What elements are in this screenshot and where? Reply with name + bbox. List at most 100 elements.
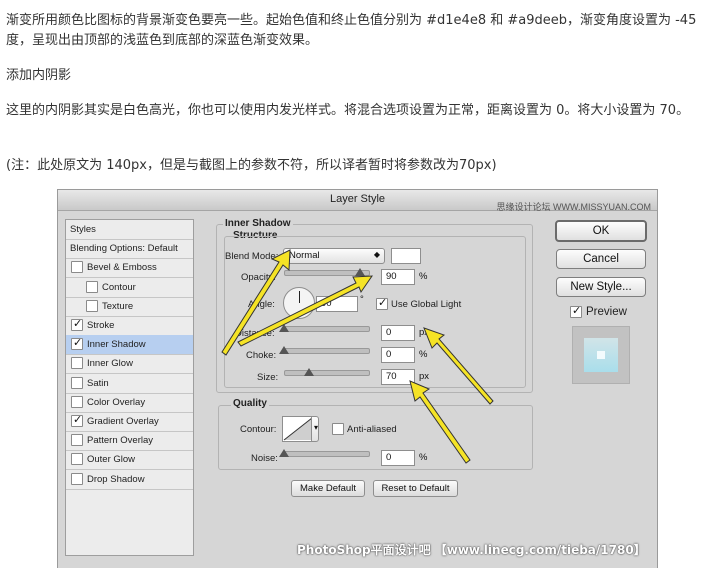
- styles-list-item[interactable]: Inner Glow: [66, 354, 193, 375]
- inner-shadow-title: Inner Shadow: [223, 218, 293, 229]
- make-default-button[interactable]: Make Default: [291, 480, 365, 497]
- noise-input[interactable]: 0: [381, 450, 415, 466]
- translator-note: (注：此处原文为 140px，但是与截图上的参数不符，所以译者暂时将参数改为70…: [6, 158, 497, 173]
- use-global-light-check-icon: ✓: [378, 297, 388, 309]
- size-input[interactable]: 70: [381, 369, 415, 385]
- noise-value: 0: [386, 452, 392, 463]
- reset-to-default-button[interactable]: Reset to Default: [373, 480, 458, 497]
- style-checkbox[interactable]: [71, 395, 83, 408]
- style-checkbox[interactable]: [86, 299, 98, 312]
- choke-value: 0: [386, 349, 392, 360]
- angle-label: Angle:: [248, 299, 275, 310]
- forum-watermark: 思缘设计论坛 WWW.MISSYUAN.COM: [496, 202, 652, 212]
- noise-unit: %: [419, 452, 428, 463]
- style-checkbox[interactable]: ✓: [71, 414, 83, 427]
- styles-list-item[interactable]: Blending Options: Default: [66, 239, 193, 260]
- styles-list-item-label: Bevel & Emboss: [87, 262, 157, 274]
- choke-unit: %: [419, 349, 428, 360]
- check-icon: ✓: [73, 414, 83, 426]
- styles-list-item[interactable]: ✓ Stroke: [66, 316, 193, 336]
- angle-value: 90: [321, 298, 332, 309]
- styles-list-item[interactable]: Bevel & Emboss: [66, 258, 193, 279]
- distance-input[interactable]: 0: [381, 325, 415, 341]
- styles-list-item[interactable]: Color Overlay: [66, 393, 193, 413]
- ok-button[interactable]: OK: [555, 220, 647, 242]
- styles-list-item[interactable]: Texture: [66, 297, 193, 317]
- contour-label: Contour:: [240, 424, 277, 435]
- select-arrows-icon: ◆: [373, 250, 380, 259]
- distance-slider-thumb[interactable]: [279, 324, 289, 332]
- choke-slider-thumb[interactable]: [279, 346, 289, 354]
- distance-slider[interactable]: [284, 326, 370, 332]
- choke-input[interactable]: 0: [381, 347, 415, 363]
- style-checkbox[interactable]: [86, 280, 98, 293]
- preview-check-icon: ✓: [572, 305, 582, 317]
- styles-list-item-label: Stroke: [87, 320, 115, 331]
- new-style-button[interactable]: New Style...: [556, 277, 646, 297]
- styles-list-item-label: Satin: [87, 377, 109, 389]
- styles-list-item-label: Pattern Overlay: [87, 435, 153, 447]
- contour-dropdown[interactable]: ▾: [311, 416, 319, 442]
- contour-dropdown-icon: ▾: [313, 423, 318, 432]
- style-checkbox[interactable]: [71, 453, 83, 466]
- styles-list-item[interactable]: Outer Glow: [66, 450, 193, 471]
- style-checkbox[interactable]: [71, 376, 83, 389]
- use-global-light-checkbox[interactable]: ✓: [376, 297, 388, 310]
- anti-aliased-checkbox[interactable]: [332, 423, 344, 435]
- style-checkbox[interactable]: [71, 357, 83, 370]
- quality-title: Quality: [231, 398, 269, 409]
- check-icon: ✓: [73, 337, 83, 350]
- blend-mode-value: Normal: [289, 250, 320, 261]
- styles-list-item-label: Outer Glow: [87, 454, 136, 466]
- cancel-button[interactable]: Cancel: [556, 249, 646, 269]
- styles-list-item-label: Gradient Overlay: [87, 416, 159, 427]
- opacity-input[interactable]: 90: [381, 269, 415, 285]
- style-checkbox[interactable]: ✓: [71, 337, 83, 351]
- styles-list-item-label: Texture: [102, 300, 134, 312]
- styles-list-item[interactable]: Contour: [66, 278, 193, 298]
- noise-slider[interactable]: [284, 451, 370, 457]
- check-icon: ✓: [73, 318, 83, 330]
- shadow-color-swatch[interactable]: [391, 248, 421, 264]
- distance-unit: px: [419, 327, 430, 338]
- size-value: 70: [386, 371, 397, 382]
- noise-label: Noise:: [251, 453, 278, 464]
- opacity-label: Opacity:: [241, 272, 276, 283]
- size-slider-thumb[interactable]: [304, 368, 315, 376]
- styles-list-item[interactable]: ✓ Gradient Overlay: [66, 412, 193, 432]
- use-global-light-label: Use Global Light: [391, 299, 462, 310]
- styles-list-item[interactable]: ✓ Inner Shadow: [66, 335, 193, 356]
- style-checkbox[interactable]: [71, 261, 83, 274]
- anti-aliased-label: Anti-aliased: [347, 424, 397, 435]
- styles-list: Styles Blending Options: Default Bevel & E…: [65, 219, 194, 556]
- opacity-slider-thumb[interactable]: [354, 268, 365, 276]
- layer-style-dialog: Layer Style 思缘设计论坛 WWW.MISSYUAN.COM Styl…: [57, 189, 658, 568]
- contour-picker[interactable]: [282, 416, 314, 442]
- preview-label: Preview: [586, 306, 627, 318]
- size-unit: px: [419, 371, 430, 382]
- styles-list-item[interactable]: Pattern Overlay: [66, 431, 193, 452]
- distance-label: Distance:: [235, 328, 275, 339]
- style-checkbox[interactable]: [71, 472, 83, 485]
- choke-slider[interactable]: [284, 348, 370, 354]
- style-checkbox[interactable]: [71, 434, 83, 447]
- heading-inner-shadow: 添加内阴影: [6, 68, 72, 83]
- preview-highlight: [597, 351, 605, 359]
- styles-list-item[interactable]: Drop Shadow: [66, 470, 193, 490]
- angle-dial[interactable]: [283, 287, 315, 319]
- preview-checkbox[interactable]: ✓: [570, 305, 582, 318]
- style-checkbox[interactable]: ✓: [71, 318, 83, 331]
- styles-list-item-label: Drop Shadow: [87, 473, 145, 485]
- styles-list-item[interactable]: Satin: [66, 374, 193, 394]
- degree-unit: °: [360, 294, 364, 305]
- angle-needle: [299, 291, 300, 303]
- blend-mode-select[interactable]: Normal ◆: [283, 248, 385, 264]
- distance-value: 0: [386, 327, 392, 338]
- styles-list-item[interactable]: Styles: [66, 220, 193, 240]
- choke-label: Choke:: [246, 350, 277, 361]
- size-label: Size:: [257, 372, 279, 383]
- noise-slider-thumb[interactable]: [279, 449, 289, 457]
- size-slider[interactable]: [284, 370, 370, 376]
- angle-input[interactable]: 90: [316, 296, 358, 312]
- styles-list-item-label: Inner Glow: [87, 358, 133, 370]
